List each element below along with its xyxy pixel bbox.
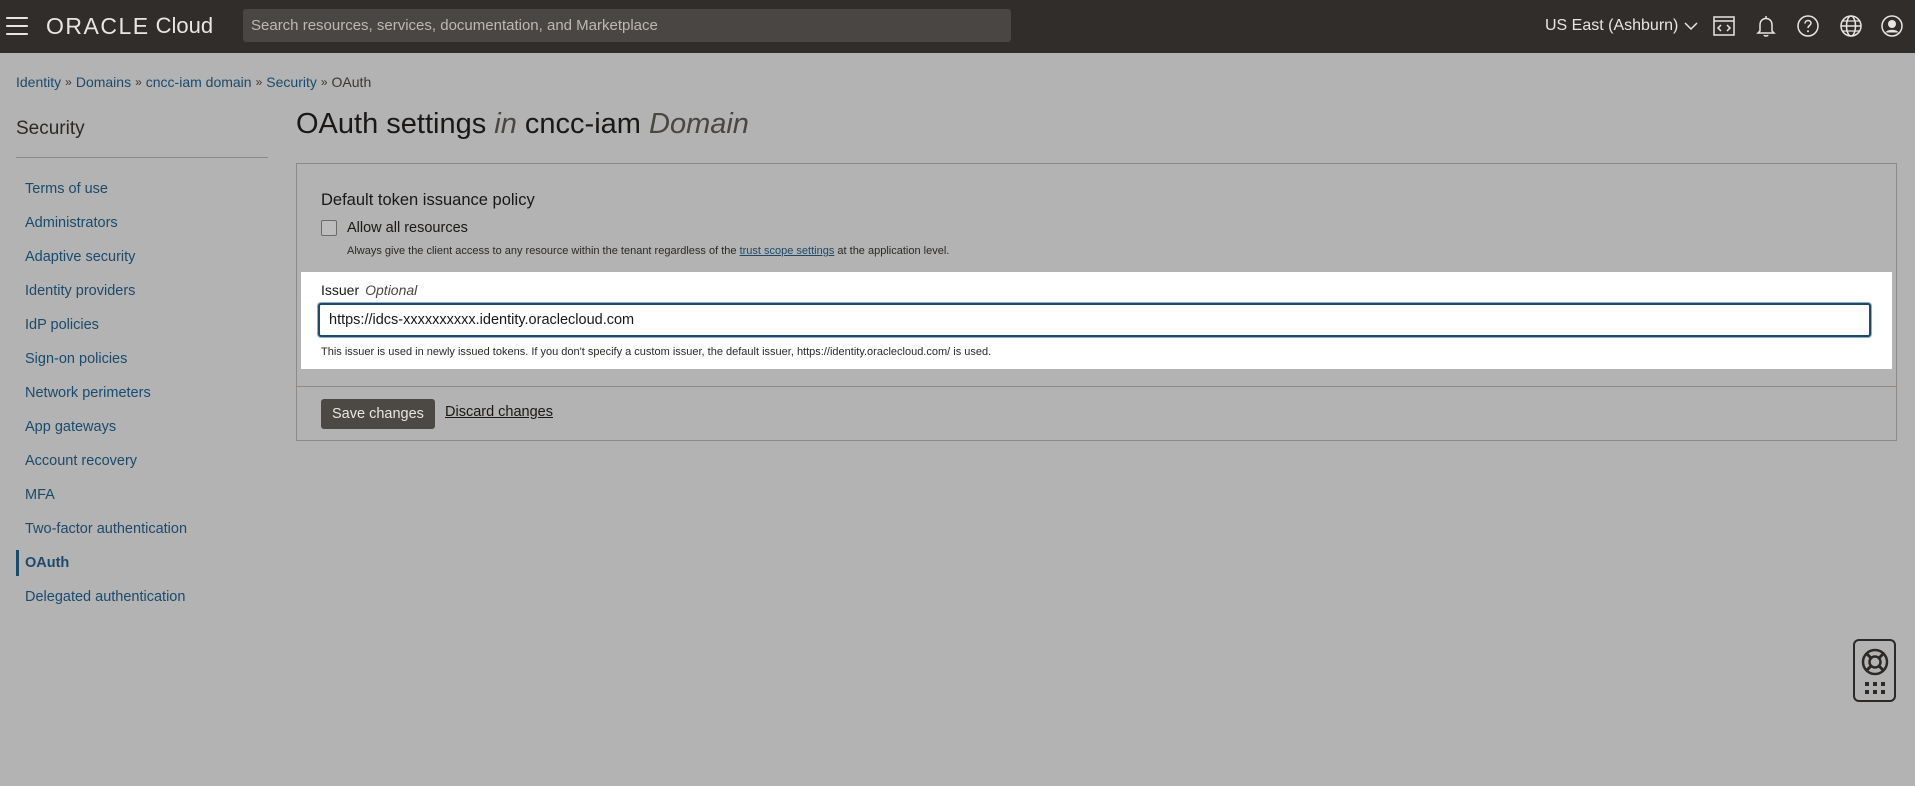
sidebar-item-identity-providers[interactable]: Identity providers (16, 274, 268, 308)
sidebar-item-oauth[interactable]: OAuth (16, 546, 268, 580)
code-editor-icon[interactable] (1711, 13, 1737, 39)
page-title-domain: Domain (649, 108, 749, 140)
page-title-in: in (494, 108, 517, 140)
search-input[interactable] (243, 9, 1011, 42)
breadcrumb: Identity » Domains » cncc-iam domain » S… (16, 74, 371, 90)
issuer-label-text: Issuer (321, 282, 360, 298)
help-widget[interactable] (1853, 639, 1896, 702)
breadcrumb-domain[interactable]: cncc-iam domain (146, 74, 252, 90)
issuer-help-text: This issuer is used in newly issued toke… (321, 346, 992, 358)
sidebar-item-delegated-authentication[interactable]: Delegated authentication (16, 580, 268, 614)
allow-all-resources-checkbox[interactable] (321, 220, 337, 236)
checkbox-help-text: Always give the client access to any res… (347, 245, 949, 257)
issuer-field-group: Issuer Optional This issuer is used in ne… (301, 272, 1892, 369)
breadcrumb-separator: » (255, 75, 263, 89)
allow-all-resources-label[interactable]: Allow all resources (347, 220, 468, 236)
panel-footer-divider (297, 386, 1896, 387)
menu-icon[interactable] (5, 14, 29, 38)
brand-cloud: Cloud (155, 13, 214, 38)
brand-oracle: ORACLE (46, 12, 150, 39)
oracle-cloud-logo[interactable]: ORACLE Cloud (46, 13, 213, 39)
region-selector[interactable]: US East (Ashburn) (1545, 14, 1698, 38)
sidebar-item-app-gateways[interactable]: App gateways (16, 410, 268, 444)
sidebar-item-idp-policies[interactable]: IdP policies (16, 308, 268, 342)
trust-scope-settings-link[interactable]: trust scope settings (740, 245, 835, 257)
breadcrumb-separator: » (65, 75, 72, 89)
sidebar-item-adaptive-security[interactable]: Adaptive security (16, 240, 268, 274)
breadcrumb-separator: » (320, 75, 328, 89)
discard-changes-button[interactable]: Discard changes (445, 404, 553, 420)
oauth-settings-panel: Default token issuance policy Allow all … (296, 163, 1897, 441)
globe-icon[interactable] (1838, 13, 1864, 39)
save-changes-button[interactable]: Save changes (321, 399, 435, 429)
grid-dots-icon (1864, 681, 1885, 694)
region-label: US East (Ashburn) (1545, 17, 1679, 34)
checkbox-help-pre: Always give the client access to any res… (347, 245, 737, 257)
section-title: Default token issuance policy (321, 191, 535, 209)
sidebar-item-account-recovery[interactable]: Account recovery (16, 444, 268, 478)
issuer-optional-tag: Optional (365, 282, 418, 298)
issuer-label: Issuer Optional (321, 282, 417, 298)
sidebar-item-sign-on-policies[interactable]: Sign-on policies (16, 342, 268, 376)
page-title-domain-name: cncc-iam (524, 108, 641, 140)
sidebar-item-terms-of-use[interactable]: Terms of use (16, 172, 268, 206)
issuer-input[interactable] (318, 303, 1871, 337)
breadcrumb-domains[interactable]: Domains (76, 74, 131, 90)
sidebar-item-two-factor-authentication[interactable]: Two-factor authentication (16, 512, 268, 546)
page-title: OAuth settings in cncc-iam Domain (296, 108, 749, 141)
breadcrumb-security[interactable]: Security (266, 74, 317, 90)
user-icon[interactable] (1879, 13, 1905, 39)
top-bar: ORACLE Cloud US East (Ashburn) (0, 0, 1915, 53)
breadcrumb-separator: » (135, 75, 142, 89)
sidebar-item-network-perimeters[interactable]: Network perimeters (16, 376, 268, 410)
help-icon[interactable] (1795, 13, 1821, 39)
breadcrumb-identity[interactable]: Identity (16, 74, 61, 90)
chevron-down-icon (1684, 22, 1698, 31)
bell-icon[interactable] (1753, 13, 1779, 39)
breadcrumb-current: OAuth (331, 74, 372, 90)
allow-all-resources-row: Allow all resources (321, 220, 468, 236)
sidebar-item-mfa[interactable]: MFA (16, 478, 268, 512)
sidebar-title: Security (16, 118, 85, 139)
page-title-main: OAuth settings (296, 108, 487, 140)
sidebar-item-administrators[interactable]: Administrators (16, 206, 268, 240)
lifebuoy-icon (1861, 648, 1888, 675)
checkbox-help-post: at the application level. (837, 245, 950, 257)
sidebar-nav: Terms of use Administrators Adaptive sec… (16, 172, 268, 614)
sidebar-divider (16, 157, 268, 158)
